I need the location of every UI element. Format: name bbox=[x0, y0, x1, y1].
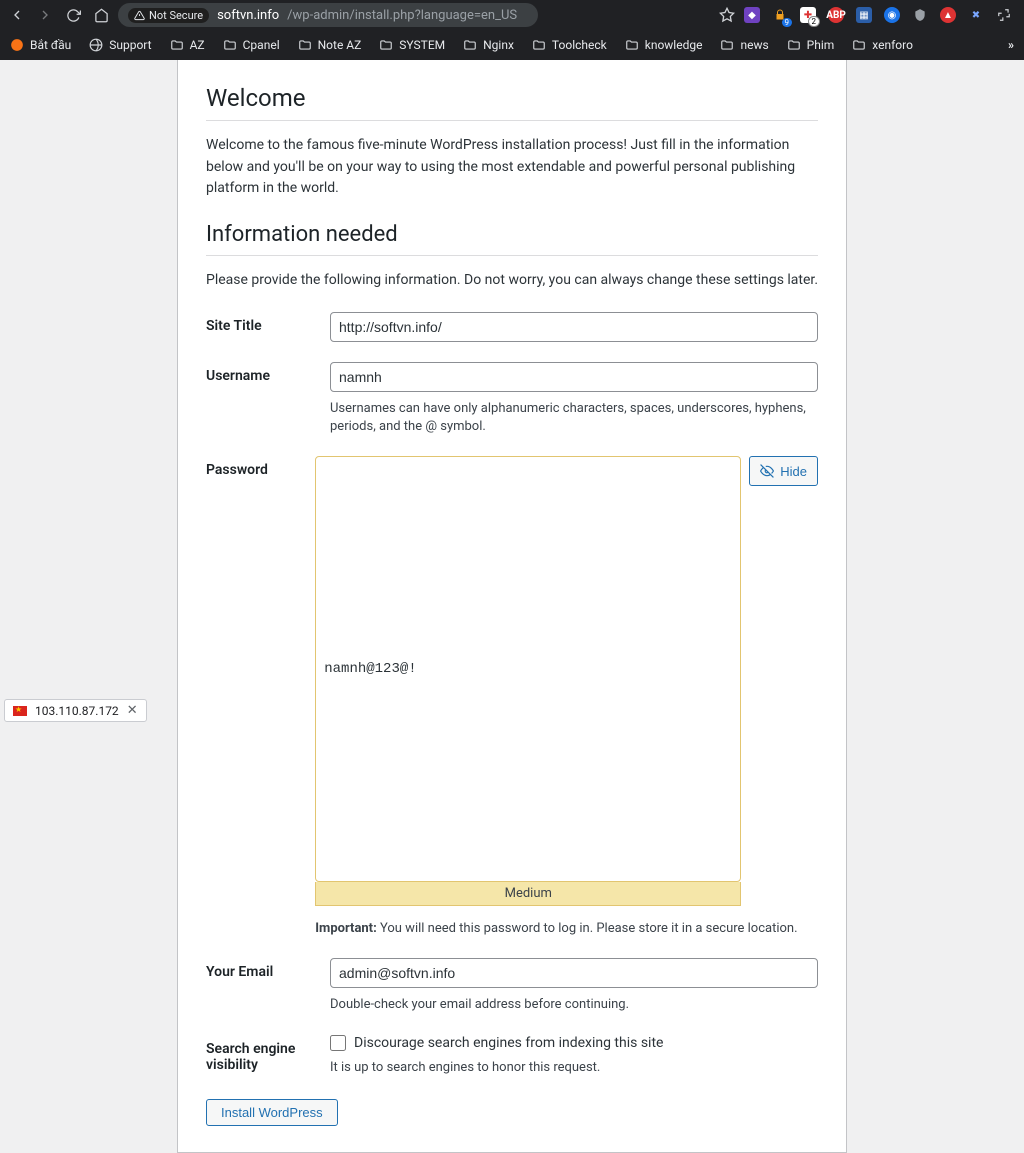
bookmark-label: knowledge bbox=[645, 38, 703, 52]
row-search-visibility: Search engine visibility Discourage sear… bbox=[206, 1035, 818, 1077]
label-username: Username bbox=[206, 362, 330, 384]
hide-password-label: Hide bbox=[780, 464, 807, 479]
label-search-visibility: Search engine visibility bbox=[206, 1035, 330, 1073]
ext-icon-abp[interactable]: ABP bbox=[828, 7, 844, 23]
bookmark-label: xenforo bbox=[872, 38, 913, 52]
username-input[interactable] bbox=[330, 362, 818, 392]
ext-icon-6[interactable]: ▲ bbox=[940, 7, 956, 23]
bookmark-label: AZ bbox=[190, 38, 205, 52]
browser-toolbar: Not Secure softvn.info/wp-admin/install.… bbox=[0, 0, 1024, 30]
bookmark-label: Cpanel bbox=[243, 38, 280, 52]
ext-icon-4[interactable]: ▦ bbox=[856, 7, 872, 23]
ext-icon-3[interactable]: ✚2 bbox=[800, 7, 816, 23]
ext-icon-puzzle[interactable] bbox=[996, 7, 1012, 23]
install-wordpress-label: Install WordPress bbox=[221, 1105, 323, 1120]
back-button[interactable] bbox=[6, 4, 28, 26]
search-visibility-checkbox-wrap[interactable]: Discourage search engines from indexing … bbox=[330, 1035, 818, 1051]
ext-icon-1[interactable]: ◆ bbox=[744, 7, 760, 23]
bookmark-batdau[interactable]: Bắt đầu bbox=[10, 38, 71, 52]
bookmark-overflow[interactable]: » bbox=[1008, 38, 1014, 52]
download-ip: 103.110.87.172 bbox=[35, 704, 119, 718]
row-username: Username Usernames can have only alphanu… bbox=[206, 362, 818, 436]
search-visibility-hint: It is up to search engines to honor this… bbox=[330, 1059, 818, 1077]
label-password: Password bbox=[206, 456, 315, 478]
browser-chrome: Not Secure softvn.info/wp-admin/install.… bbox=[0, 0, 1024, 60]
username-hint: Usernames can have only alphanumeric cha… bbox=[330, 400, 818, 436]
close-icon[interactable]: ✕ bbox=[127, 703, 138, 718]
bookmark-toolcheck[interactable]: Toolcheck bbox=[532, 38, 607, 52]
bookmark-label: SYSTEM bbox=[399, 38, 445, 52]
download-item[interactable]: 103.110.87.172 ✕ bbox=[4, 699, 147, 722]
label-email: Your Email bbox=[206, 958, 330, 980]
bookmark-phim[interactable]: Phim bbox=[787, 38, 835, 52]
password-important-rest: You will need this password to log in. P… bbox=[377, 921, 798, 936]
bookmark-noteaz[interactable]: Note AZ bbox=[298, 38, 362, 52]
ext-icon-shield[interactable] bbox=[912, 7, 928, 23]
flag-icon bbox=[13, 706, 27, 716]
password-important: Important: You will need this password t… bbox=[315, 920, 818, 938]
bookmark-star-icon[interactable] bbox=[716, 4, 738, 26]
page-background: Welcome Welcome to the famous five-minut… bbox=[0, 60, 1024, 1153]
email-hint: Double-check your email address before c… bbox=[330, 996, 818, 1014]
bookmark-az[interactable]: AZ bbox=[170, 38, 205, 52]
home-button[interactable] bbox=[90, 4, 112, 26]
site-title-input[interactable] bbox=[330, 312, 818, 342]
bookmark-label: Phim bbox=[807, 38, 835, 52]
ext-icon-5[interactable]: ◉ bbox=[884, 7, 900, 23]
welcome-heading: Welcome bbox=[206, 84, 818, 112]
url-path: /wp-admin/install.php?language=en_US bbox=[287, 8, 517, 23]
bookmark-label: Toolcheck bbox=[552, 38, 607, 52]
bookmark-system[interactable]: SYSTEM bbox=[379, 38, 445, 52]
password-input[interactable] bbox=[315, 456, 741, 882]
bookmark-label: Support bbox=[109, 38, 151, 52]
information-paragraph: Please provide the following information… bbox=[206, 270, 818, 292]
not-secure-badge: Not Secure bbox=[128, 8, 209, 23]
email-input[interactable] bbox=[330, 958, 818, 988]
password-important-prefix: Important: bbox=[315, 921, 377, 936]
install-card: Welcome Welcome to the famous five-minut… bbox=[177, 60, 847, 1153]
bookmark-nginx[interactable]: Nginx bbox=[463, 38, 514, 52]
bookmark-label: Bắt đầu bbox=[30, 38, 71, 52]
install-wordpress-button[interactable]: Install WordPress bbox=[206, 1099, 338, 1126]
password-strength-meter: Medium bbox=[315, 882, 741, 906]
bookmarks-bar: Bắt đầu Support AZ Cpanel Note AZ SYSTEM… bbox=[0, 30, 1024, 60]
search-visibility-checkbox[interactable] bbox=[330, 1035, 346, 1051]
bookmark-label: Note AZ bbox=[318, 38, 362, 52]
bookmark-support[interactable]: Support bbox=[89, 38, 151, 52]
row-password: Password Medium Hide Important: You will… bbox=[206, 456, 818, 938]
url-host: softvn.info bbox=[217, 8, 279, 23]
bookmark-xenforo[interactable]: xenforo bbox=[852, 38, 913, 52]
bookmark-label: Nginx bbox=[483, 38, 514, 52]
label-site-title: Site Title bbox=[206, 312, 330, 334]
row-site-title: Site Title bbox=[206, 312, 818, 342]
row-email: Your Email Double-check your email addre… bbox=[206, 958, 818, 1014]
welcome-paragraph: Welcome to the famous five-minute WordPr… bbox=[206, 135, 818, 200]
ext-icon-2[interactable]: 9 bbox=[772, 7, 788, 23]
hide-password-button[interactable]: Hide bbox=[749, 456, 818, 486]
bookmark-news[interactable]: news bbox=[720, 38, 768, 52]
bookmark-label: news bbox=[740, 38, 768, 52]
reload-button[interactable] bbox=[62, 4, 84, 26]
information-heading: Information needed bbox=[206, 222, 818, 247]
address-bar[interactable]: Not Secure softvn.info/wp-admin/install.… bbox=[118, 3, 538, 27]
bookmark-knowledge[interactable]: knowledge bbox=[625, 38, 703, 52]
extension-icons: ◆ 9 ✚2 ABP ▦ ◉ ▲ ✖ bbox=[744, 7, 1018, 23]
ext-icon-7[interactable]: ✖ bbox=[968, 7, 984, 23]
forward-button[interactable] bbox=[34, 4, 56, 26]
search-visibility-checkbox-label: Discourage search engines from indexing … bbox=[354, 1035, 663, 1051]
not-secure-text: Not Secure bbox=[149, 9, 203, 22]
eye-off-icon bbox=[760, 464, 774, 478]
bookmark-cpanel[interactable]: Cpanel bbox=[223, 38, 280, 52]
